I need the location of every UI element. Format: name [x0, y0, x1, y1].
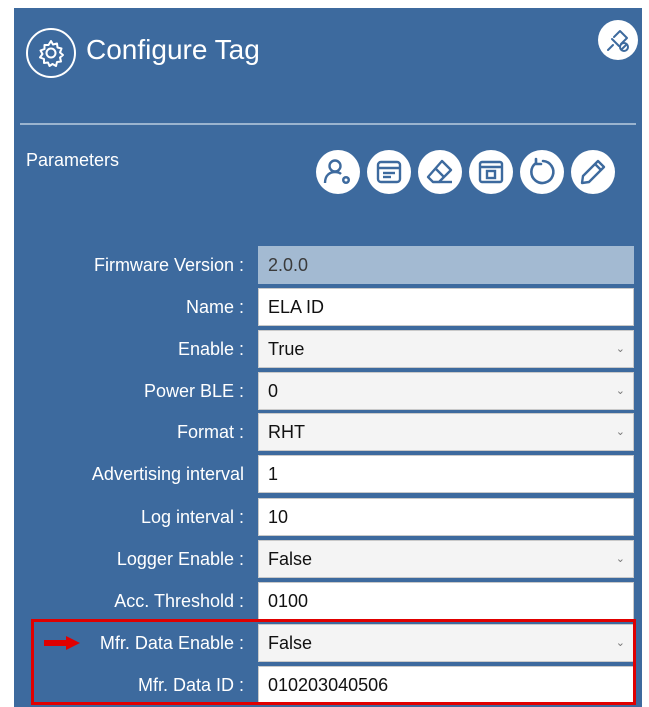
- row-enable: Enable : True ⌄: [14, 330, 642, 368]
- row-firmware-version: Firmware Version : 2.0.0: [14, 246, 642, 284]
- power-ble-label: Power BLE :: [143, 381, 244, 401]
- mfr-data-enable-value: False: [268, 633, 313, 653]
- logger-enable-label: Logger Enable :: [116, 549, 244, 569]
- eraser-icon[interactable]: [418, 150, 462, 194]
- configure-tag-panel: Configure Tag Parameters Firmware Versio…: [14, 8, 642, 707]
- unpin-icon[interactable]: [598, 20, 638, 60]
- firmware-version-label: Firmware Version :: [93, 255, 244, 275]
- format-label: Format :: [176, 422, 244, 442]
- logger-enable-select[interactable]: False ⌄: [258, 540, 634, 578]
- log-interval-label: Log interval :: [140, 507, 244, 527]
- user-settings-icon[interactable]: [316, 150, 360, 194]
- refresh-icon[interactable]: [520, 150, 564, 194]
- chevron-down-icon: ⌄: [615, 385, 625, 397]
- header: Configure Tag: [14, 8, 642, 88]
- gear-icon: [26, 28, 76, 78]
- log-interval-input[interactable]: 10: [258, 498, 634, 536]
- row-name: Name : ELA ID: [14, 288, 642, 326]
- header-divider: [20, 123, 636, 125]
- config-window-icon[interactable]: [469, 150, 513, 194]
- acc-threshold-input[interactable]: 0100: [258, 582, 634, 620]
- enable-select[interactable]: True ⌄: [258, 330, 634, 368]
- format-value: RHT: [268, 422, 305, 442]
- enable-value: True: [268, 339, 305, 359]
- row-log-interval: Log interval : 10: [14, 498, 642, 536]
- power-ble-value: 0: [268, 381, 279, 401]
- chevron-down-icon: ⌄: [615, 553, 625, 565]
- acc-threshold-label: Acc. Threshold :: [114, 591, 244, 611]
- row-advertising-interval: Advertising interval 1: [14, 455, 642, 493]
- page-title: Configure Tag: [86, 34, 260, 65]
- row-mfr-data-enable: Mfr. Data Enable : False ⌄: [14, 624, 642, 662]
- name-label: Name :: [185, 297, 244, 317]
- row-logger-enable: Logger Enable : False ⌄: [14, 540, 642, 578]
- chevron-down-icon: ⌄: [615, 343, 625, 355]
- mfr-data-id-input[interactable]: 010203040506: [258, 666, 634, 704]
- row-power-ble: Power BLE : 0 ⌄: [14, 372, 642, 410]
- arrow-right-icon: [44, 636, 80, 650]
- chevron-down-icon: ⌄: [615, 637, 625, 649]
- enable-label: Enable :: [177, 339, 244, 359]
- card-icon[interactable]: [367, 150, 411, 194]
- row-acc-threshold: Acc. Threshold : 0100: [14, 582, 642, 620]
- parameters-label: Parameters: [26, 150, 120, 170]
- parameters-toolbar: [316, 150, 615, 194]
- advertising-interval-label: Advertising interval: [91, 464, 244, 484]
- firmware-version-field: 2.0.0: [258, 246, 634, 284]
- mfr-data-enable-label: Mfr. Data Enable :: [99, 633, 244, 653]
- power-ble-select[interactable]: 0 ⌄: [258, 372, 634, 410]
- advertising-interval-input[interactable]: 1: [258, 455, 634, 493]
- edit-icon[interactable]: [571, 150, 615, 194]
- chevron-down-icon: ⌄: [615, 426, 625, 438]
- name-input[interactable]: ELA ID: [258, 288, 634, 326]
- mfr-data-enable-select[interactable]: False ⌄: [258, 624, 634, 662]
- format-select[interactable]: RHT ⌄: [258, 413, 634, 451]
- row-mfr-data-id: Mfr. Data ID : 010203040506: [14, 666, 642, 704]
- logger-enable-value: False: [268, 549, 313, 569]
- row-format: Format : RHT ⌄: [14, 413, 642, 451]
- mfr-data-id-label: Mfr. Data ID :: [137, 675, 244, 695]
